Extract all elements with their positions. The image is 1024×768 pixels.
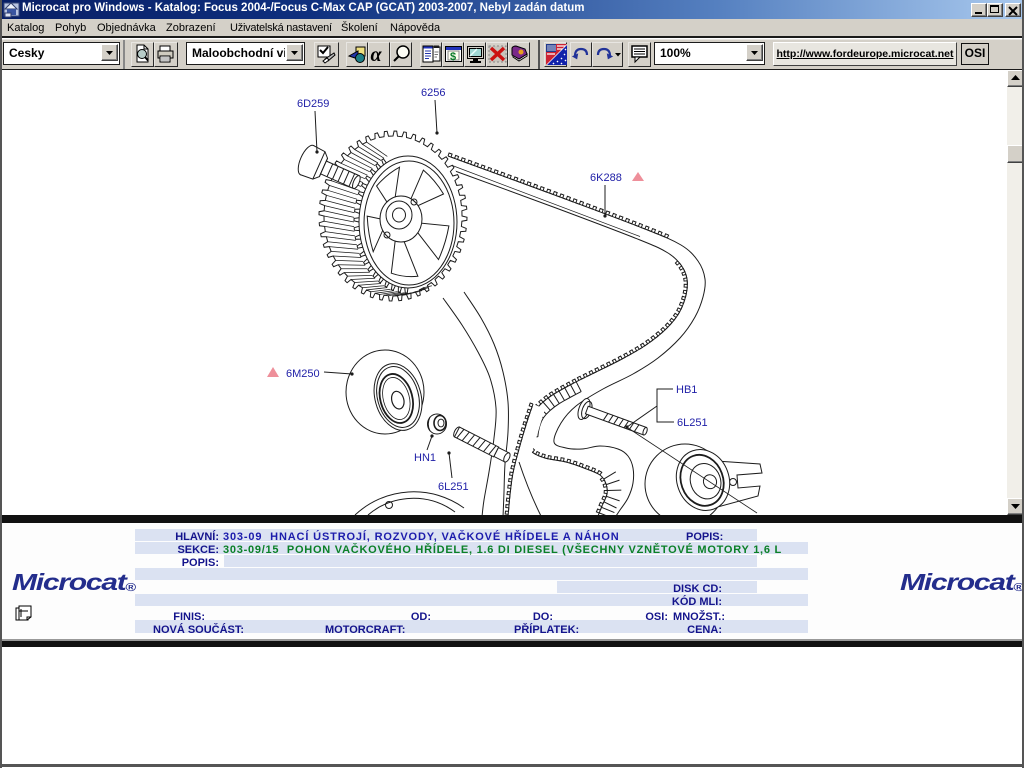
svg-text:6L251: 6L251	[677, 417, 708, 429]
svg-text:6L251: 6L251	[438, 481, 469, 493]
svg-text:6256: 6256	[421, 87, 445, 99]
svg-text:HN1: HN1	[414, 452, 436, 464]
svg-text:6D259: 6D259	[297, 98, 329, 110]
svg-text:α: α	[371, 44, 383, 65]
svg-text:HB1: HB1	[676, 384, 697, 396]
svg-text:6K288: 6K288	[590, 172, 622, 184]
svg-text:$: $	[450, 51, 456, 63]
svg-text:6M250: 6M250	[286, 368, 320, 380]
